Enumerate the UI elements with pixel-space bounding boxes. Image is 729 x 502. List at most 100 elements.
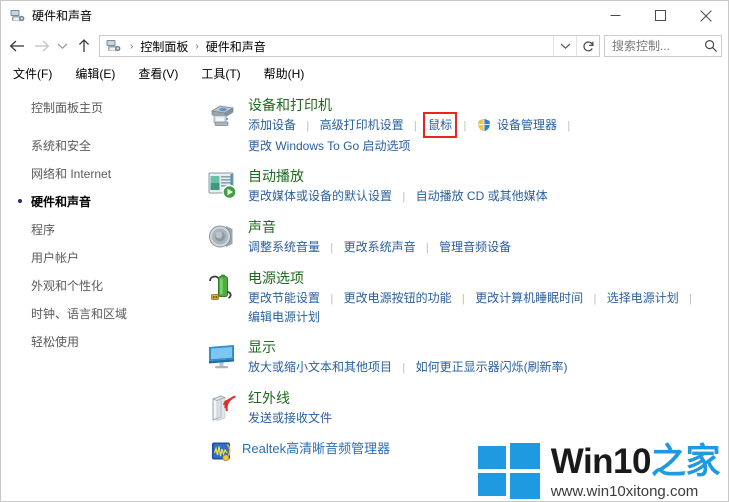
breadcrumb-item-hardware-and-sound[interactable]: 硬件和声音	[204, 38, 268, 55]
category-infrared: 红外线 发送或接收文件	[206, 390, 728, 427]
link-change-power-button-behavior[interactable]: 更改电源按钮的功能	[344, 289, 452, 307]
link-make-text-bigger-or-smaller[interactable]: 放大或缩小文本和其他项目	[248, 358, 392, 376]
link-send-or-receive-file[interactable]: 发送或接收文件	[248, 409, 332, 427]
category-title[interactable]: 红外线	[248, 390, 290, 407]
category-title[interactable]: 电源选项	[248, 270, 304, 287]
link-divider: |	[567, 120, 571, 132]
infrared-icon	[206, 391, 238, 423]
sidebar-item-user-accounts[interactable]: 用户帐户	[1, 246, 200, 269]
refresh-icon[interactable]	[576, 36, 599, 56]
link-edit-power-plan[interactable]: 编辑电源计划	[248, 308, 320, 326]
link-windows-to-go-startup-options[interactable]: 更改 Windows To Go 启动选项	[248, 137, 410, 155]
minimize-button[interactable]	[593, 1, 638, 30]
close-button[interactable]	[683, 1, 728, 30]
menu-tools[interactable]: 工具(T)	[199, 63, 250, 84]
link-divider: |	[425, 242, 429, 254]
link-advanced-printer-setup[interactable]: 高级打印机设置	[320, 116, 404, 134]
link-choose-power-plan[interactable]: 选择电源计划	[607, 289, 679, 307]
sidebar-item-label: 外观和个性化	[31, 279, 104, 293]
link-divider: |	[306, 120, 310, 132]
category-title[interactable]: 自动播放	[248, 168, 304, 185]
sidebar-item-network-and-internet[interactable]: 网络和 Internet	[1, 162, 200, 185]
speaker-icon	[206, 220, 238, 252]
category-links-line: 放大或缩小文本和其他项目 | 如何更正显示器闪烁(刷新率)	[248, 358, 728, 377]
sidebar-item-label: 硬件和声音	[31, 195, 92, 209]
chevron-down-icon[interactable]	[553, 36, 576, 56]
watermark-url: www.win10xitong.com	[550, 482, 699, 500]
category-title[interactable]: Realtek高清晰音频管理器	[242, 440, 390, 457]
control-panel-window: 硬件和声音 › 控制面板 › 硬件和声音 搜索控制... 文件(F) 编辑(E)…	[0, 0, 729, 502]
monitor-icon	[206, 340, 238, 372]
category-links-line: 更改 Windows To Go 启动选项	[248, 137, 728, 155]
link-divider: |	[402, 362, 406, 374]
current-item-bullet	[18, 199, 22, 203]
link-device-manager[interactable]: 设备管理器	[477, 116, 557, 137]
category-links-line: 调整系统音量 | 更改系统声音 | 管理音频设备	[248, 238, 728, 257]
link-mouse[interactable]: 鼠标	[423, 112, 458, 138]
link-change-sleep-time[interactable]: 更改计算机睡眠时间	[475, 289, 583, 307]
category-sound: 声音 调整系统音量 | 更改系统声音 | 管理音频设备	[206, 219, 728, 257]
sidebar-item-label: 系统和安全	[31, 139, 92, 153]
category-body: 电源选项 更改节能设置 | 更改电源按钮的功能 | 更改计算机睡眠时间 | 选择…	[248, 270, 728, 326]
link-change-battery-settings[interactable]: 更改节能设置	[248, 289, 320, 307]
category-title[interactable]: 显示	[248, 339, 276, 356]
maximize-button[interactable]	[638, 1, 683, 30]
category-title[interactable]: 声音	[248, 219, 276, 236]
link-change-system-sounds[interactable]: 更改系统声音	[344, 238, 416, 256]
link-adjust-system-volume[interactable]: 调整系统音量	[248, 238, 320, 256]
devices-printers-icon	[9, 8, 25, 24]
link-play-cd-or-other-media[interactable]: 自动播放 CD 或其他媒体	[416, 187, 548, 205]
category-body: 显示 放大或缩小文本和其他项目 | 如何更正显示器闪烁(刷新率)	[248, 339, 728, 377]
category-links-line: 更改节能设置 | 更改电源按钮的功能 | 更改计算机睡眠时间 | 选择电源计划 …	[248, 289, 728, 308]
menu-view[interactable]: 查看(V)	[136, 63, 188, 84]
category-autoplay: 自动播放 更改媒体或设备的默认设置 | 自动播放 CD 或其他媒体	[206, 168, 728, 206]
category-body: 设备和打印机 添加设备 | 高级打印机设置 | 鼠标 | 设备管理器 | 更改 …	[248, 97, 728, 155]
link-divider: |	[689, 293, 692, 305]
sidebar-item-home[interactable]: 控制面板主页	[1, 97, 200, 118]
category-links-line: 更改媒体或设备的默认设置 | 自动播放 CD 或其他媒体	[248, 187, 728, 206]
realtek-audio-icon	[211, 441, 233, 463]
link-manage-audio-devices[interactable]: 管理音频设备	[439, 238, 511, 256]
sidebar-item-label: 时钟、语言和区域	[31, 307, 128, 321]
link-add-device[interactable]: 添加设备	[248, 116, 296, 134]
breadcrumb-item-control-panel[interactable]: 控制面板	[138, 38, 190, 55]
menu-help[interactable]: 帮助(H)	[262, 63, 315, 84]
sidebar-item-ease-of-access[interactable]: 轻松使用	[1, 330, 200, 353]
devices-printers-icon	[105, 38, 121, 54]
sidebar-item-appearance-and-personalization[interactable]: 外观和个性化	[1, 274, 200, 297]
battery-icon	[206, 271, 238, 303]
back-button[interactable]	[5, 34, 29, 58]
link-divider: |	[330, 293, 334, 305]
menu-edit[interactable]: 编辑(E)	[73, 63, 125, 84]
window-title: 硬件和声音	[32, 9, 93, 23]
category-power-options: 电源选项 更改节能设置 | 更改电源按钮的功能 | 更改计算机睡眠时间 | 选择…	[206, 270, 728, 326]
category-display: 显示 放大或缩小文本和其他项目 | 如何更正显示器闪烁(刷新率)	[206, 339, 728, 377]
sidebar-item-clock-language-region[interactable]: 时钟、语言和区域	[1, 302, 200, 325]
category-devices-and-printers: 设备和打印机 添加设备 | 高级打印机设置 | 鼠标 | 设备管理器 | 更改 …	[206, 97, 728, 155]
category-title[interactable]: 设备和打印机	[248, 97, 332, 114]
recent-locations-button[interactable]	[53, 34, 72, 58]
sidebar-item-hardware-and-sound[interactable]: 硬件和声音	[1, 190, 200, 213]
category-links-line: 添加设备 | 高级打印机设置 | 鼠标 | 设备管理器 |	[248, 112, 728, 138]
search-input[interactable]	[605, 39, 700, 53]
link-fix-display-flicker[interactable]: 如何更正显示器闪烁(刷新率)	[416, 358, 568, 376]
forward-button[interactable]	[29, 34, 53, 58]
sidebar-item-system-and-security[interactable]: 系统和安全	[1, 134, 200, 157]
address-bar: › 控制面板 › 硬件和声音	[1, 31, 728, 61]
category-body: 声音 调整系统音量 | 更改系统声音 | 管理音频设备	[248, 219, 728, 257]
sidebar-item-programs[interactable]: 程序	[1, 218, 200, 241]
category-links-line: 编辑电源计划	[248, 308, 728, 326]
menu-bar: 文件(F) 编辑(E) 查看(V) 工具(T) 帮助(H)	[1, 61, 728, 85]
link-divider: |	[413, 120, 417, 132]
up-button[interactable]	[72, 34, 96, 58]
sidebar-item-label: 网络和 Internet	[31, 167, 112, 181]
category-body: Realtek高清晰音频管理器	[242, 440, 728, 459]
search-icon[interactable]	[700, 39, 721, 53]
printer-icon	[206, 98, 238, 130]
autoplay-icon	[206, 169, 238, 201]
search-box[interactable]	[604, 35, 722, 57]
link-change-default-settings-for-media[interactable]: 更改媒体或设备的默认设置	[248, 187, 392, 205]
menu-file[interactable]: 文件(F)	[11, 63, 62, 84]
breadcrumb-bar[interactable]: › 控制面板 › 硬件和声音	[99, 35, 600, 57]
content-area: 控制面板主页 系统和安全 网络和 Internet 硬件和声音 程序 用户帐户 …	[1, 85, 728, 501]
